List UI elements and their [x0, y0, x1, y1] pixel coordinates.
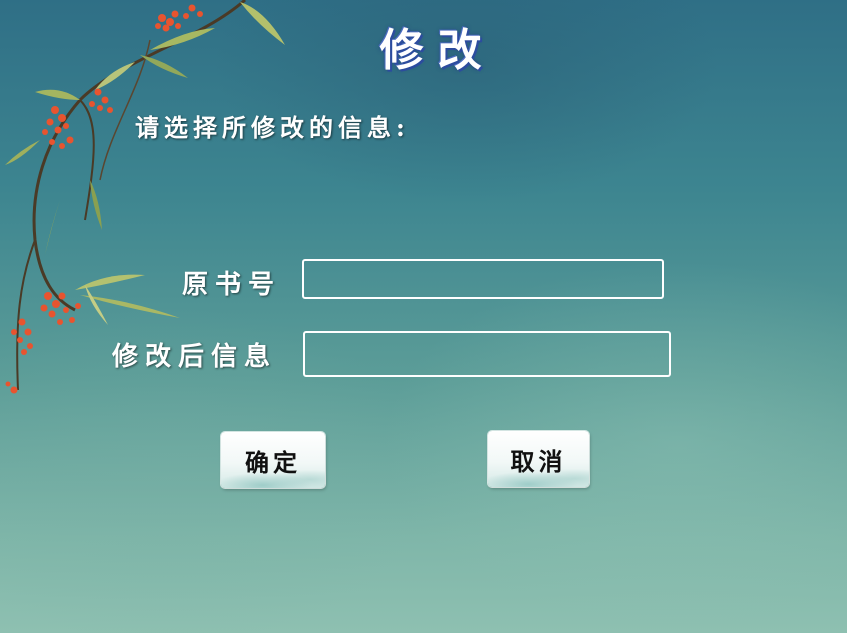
cancel-button[interactable]: 取消 — [488, 431, 589, 487]
confirm-button[interactable]: 确定 — [221, 432, 325, 488]
new-info-input[interactable] — [303, 331, 671, 377]
old-book-number-input[interactable] — [302, 259, 664, 299]
new-info-label: 修改后信息 — [112, 342, 278, 372]
page-title: 修改 — [379, 25, 496, 76]
instruction-text: 请选择所修改的信息: — [135, 113, 410, 142]
old-book-number-label: 原书号 — [182, 270, 282, 300]
